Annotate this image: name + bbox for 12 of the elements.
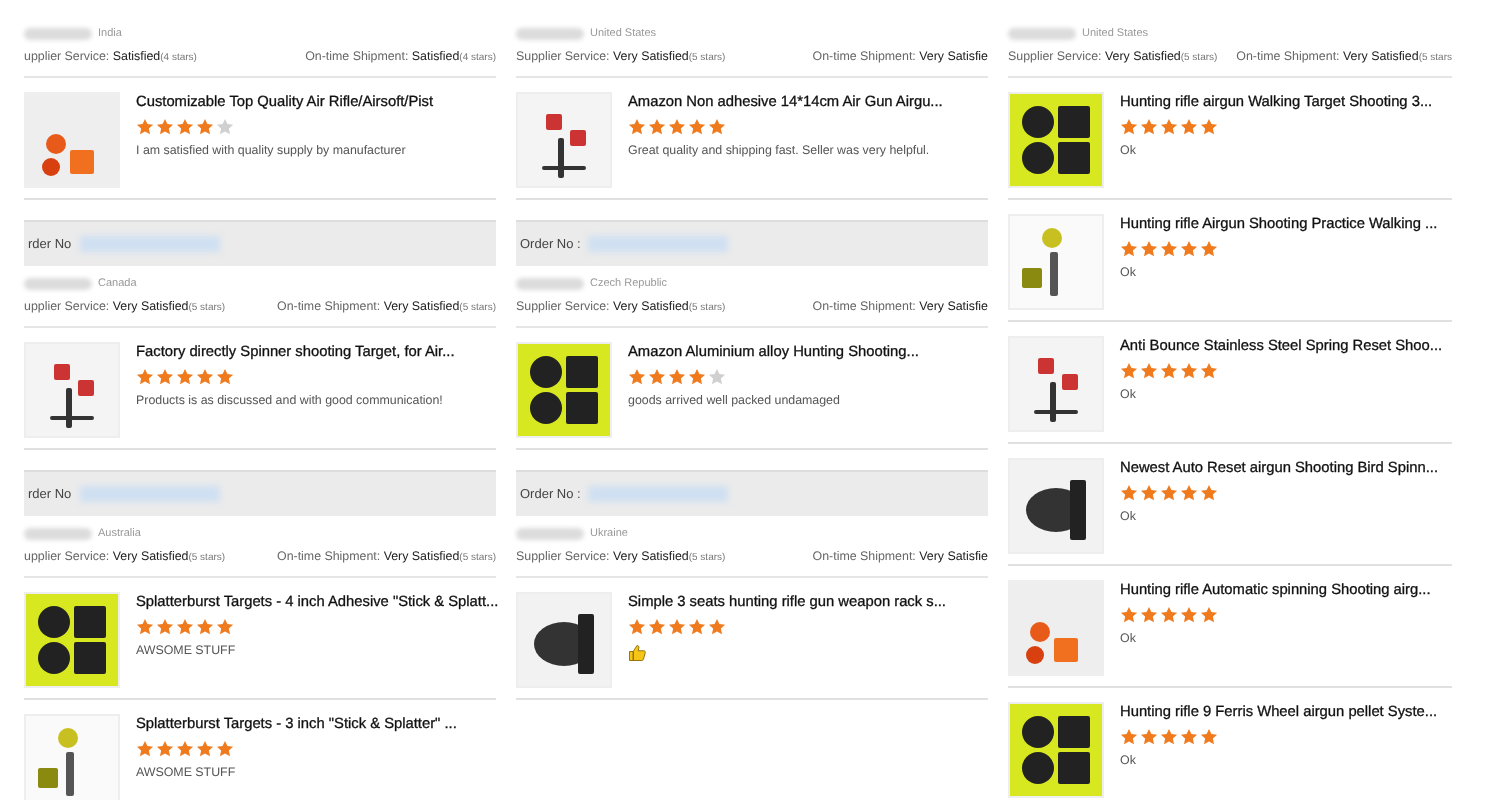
redacted-order-number xyxy=(79,486,220,502)
redacted-name xyxy=(24,27,92,39)
redacted-order-number xyxy=(588,236,729,252)
redacted-name xyxy=(516,527,584,539)
redacted-order-number xyxy=(588,486,729,502)
redacted-name xyxy=(516,27,584,39)
thumbs-up-icon xyxy=(628,644,646,662)
redacted-name xyxy=(516,277,584,289)
redacted-name xyxy=(1008,27,1076,39)
redacted-name xyxy=(24,277,92,289)
redacted-name xyxy=(24,527,92,539)
redacted-order-number xyxy=(79,236,220,252)
